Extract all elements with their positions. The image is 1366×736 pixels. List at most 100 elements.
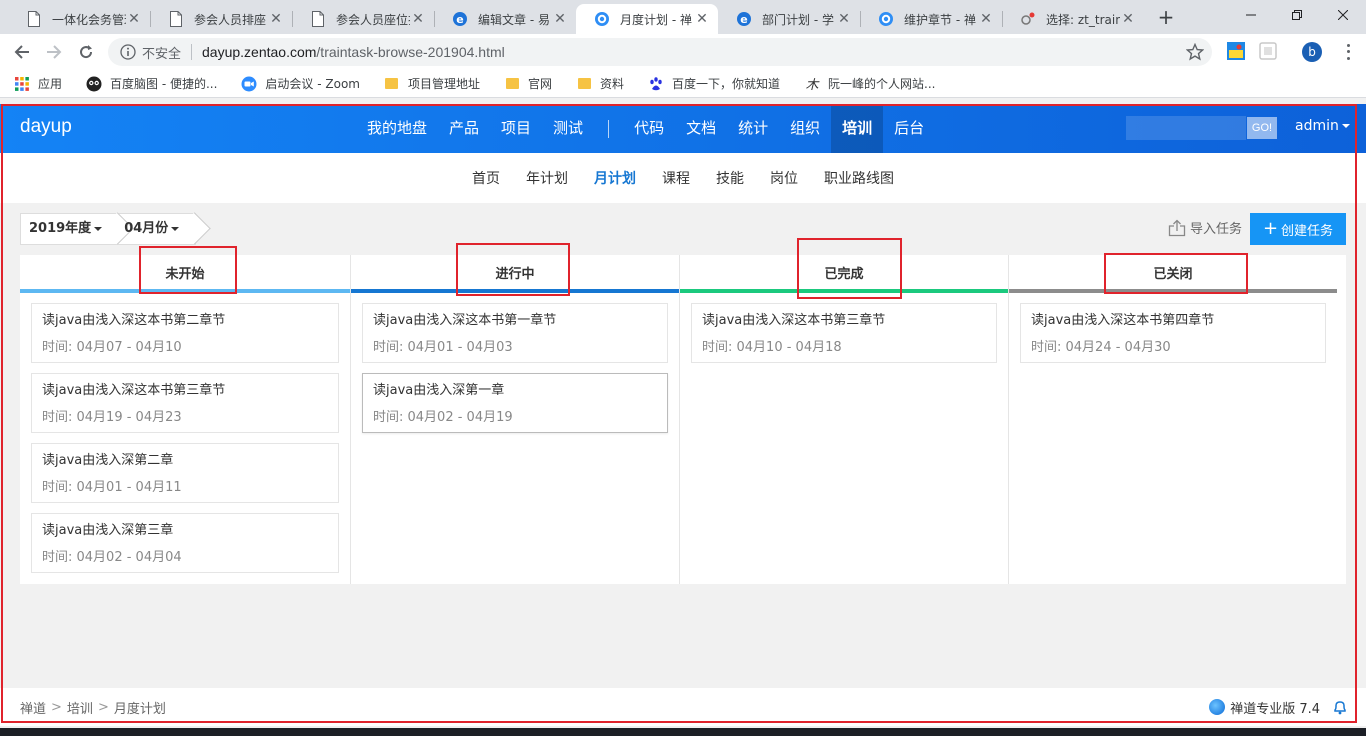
tab-close-button[interactable]: ✕	[268, 11, 284, 27]
subnav-item[interactable]: 技能	[703, 168, 757, 188]
nav-divider	[608, 119, 610, 138]
globe-icon	[1209, 699, 1226, 715]
extension-grey-icon[interactable]	[1258, 41, 1278, 61]
tab-title: 维护章节 - 禅	[904, 12, 976, 27]
address-bar[interactable]: 不安全 dayup.zentao.com/traintask-browse-20…	[108, 38, 1212, 66]
version-link[interactable]: 禅道专业版 7.4	[1209, 688, 1320, 726]
browser-tab[interactable]: e 部门计划 - 学 ✕	[718, 4, 860, 34]
browser-tab[interactable]: 一体化会务管理✕	[8, 4, 150, 34]
task-card[interactable]: 读java由浅入深这本书第三章节 时间: 04月19 - 04月23	[31, 373, 339, 433]
bookmark-item[interactable]: 资料	[576, 75, 624, 92]
browser-tab[interactable]: 参会人员排座 ✕	[150, 4, 292, 34]
bookmark-item[interactable]: 应用	[14, 75, 62, 92]
profile-avatar[interactable]: b	[1302, 42, 1322, 62]
new-tab-button[interactable]: +	[1154, 6, 1178, 30]
bookmark-item[interactable]: 官网	[504, 75, 552, 92]
tab-close-button[interactable]: ✕	[552, 11, 568, 27]
task-card[interactable]: 读java由浅入深第三章 时间: 04月02 - 04月04	[31, 513, 339, 573]
task-card[interactable]: 读java由浅入深第二章 时间: 04月01 - 04月11	[31, 443, 339, 503]
extension-image-icon[interactable]	[1226, 41, 1246, 61]
nav-item[interactable]: 文档	[675, 104, 727, 153]
bookmark-label: 应用	[38, 77, 63, 91]
restore-button[interactable]	[1274, 0, 1320, 30]
forward-button[interactable]	[42, 40, 66, 64]
page-viewport: dayup 我的地盘 产品 项目 测试 代码 文档 统计 组织 培训 后台 GO! admin 首…	[0, 98, 1366, 736]
create-task-button[interactable]: + 创建任务	[1250, 213, 1346, 245]
year-filter-dropdown[interactable]: 2019年度	[21, 214, 110, 244]
nav-item[interactable]: 我的地盘	[356, 104, 438, 153]
subnav-item[interactable]: 岗位	[757, 168, 811, 188]
subnav-item[interactable]: 职业路线图	[811, 168, 907, 188]
tab-close-button[interactable]: ✕	[410, 11, 426, 27]
ie-icon: e	[452, 11, 468, 27]
nav-item[interactable]: 组织	[779, 104, 831, 153]
tab-close-button[interactable]: ✕	[1120, 11, 1136, 27]
subnav-item[interactable]: 首页	[459, 168, 513, 188]
tab-close-button[interactable]: ✕	[978, 11, 994, 27]
browser-tab[interactable]: 参会人员座位排✕	[292, 4, 434, 34]
task-time: 时间: 04月01 - 04月03	[373, 340, 513, 355]
search-input[interactable]	[1126, 116, 1246, 140]
minimize-button[interactable]	[1228, 0, 1274, 30]
subnav-item[interactable]: 课程	[649, 168, 703, 188]
task-card[interactable]: 读java由浅入深这本书第二章节 时间: 04月07 - 04月10	[31, 303, 339, 363]
url-text[interactable]: dayup.zentao.com/traintask-browse-201904…	[202, 44, 505, 60]
svg-text:e: e	[456, 13, 463, 26]
task-card[interactable]: 读java由浅入深第一章 时间: 04月02 - 04月19	[362, 373, 668, 433]
browser-tab[interactable]: 维护章节 - 禅 ✕	[860, 4, 1002, 34]
task-card[interactable]: 读java由浅入深这本书第三章节 时间: 04月10 - 04月18	[691, 303, 997, 363]
bookmark-item[interactable]: 项目管理地址	[384, 75, 480, 92]
nav-item[interactable]: 产品	[438, 104, 490, 153]
zentao-icon	[594, 11, 610, 27]
browser-tab[interactable]: 选择: zt_train ✕	[1002, 4, 1144, 34]
breadcrumb-training[interactable]: 培训	[67, 698, 93, 717]
brand-logo[interactable]: dayup	[20, 116, 72, 138]
breadcrumb-root[interactable]: 禅道	[20, 698, 46, 717]
back-button[interactable]	[10, 40, 34, 64]
info-icon[interactable]	[120, 44, 136, 60]
user-menu[interactable]: admin	[1295, 118, 1350, 134]
tab-close-button[interactable]: ✕	[836, 11, 852, 27]
bookmark-label: 官网	[528, 77, 553, 91]
task-card[interactable]: 读java由浅入深这本书第一章节 时间: 04月01 - 04月03	[362, 303, 668, 363]
import-task-button[interactable]: 导入任务	[1168, 218, 1242, 237]
tab-title: 编辑文章 - 易	[478, 12, 550, 27]
bell-icon[interactable]	[1332, 699, 1348, 715]
column-header: 进行中	[351, 255, 679, 293]
sub-nav: 首页 年计划 月计划 课程 技能 岗位 职业路线图	[0, 153, 1366, 203]
tab-close-button[interactable]: ✕	[694, 11, 710, 27]
browser-tab[interactable]: e 编辑文章 - 易 ✕	[434, 4, 576, 34]
search-go-button[interactable]: GO!	[1247, 117, 1277, 139]
svg-text:e: e	[740, 13, 747, 26]
task-card[interactable]: 读java由浅入深这本书第四章节 时间: 04月24 - 04月30	[1020, 303, 1326, 363]
month-filter-dropdown[interactable]: 04月份	[120, 214, 187, 244]
tab-title: 选择: zt_train	[1046, 12, 1120, 27]
subnav-item[interactable]: 月计划	[581, 168, 649, 188]
reload-button[interactable]	[74, 40, 98, 64]
minimize-icon	[1246, 14, 1256, 16]
not-secure-label: 不安全	[142, 46, 182, 62]
tab-title: 一体化会务管理	[52, 12, 126, 27]
bookmark-item[interactable]: 百度脑图 - 便捷的...	[86, 75, 217, 92]
nav-item[interactable]: 代码	[623, 104, 675, 153]
subnav-item[interactable]: 年计划	[513, 168, 581, 188]
browser-menu-button[interactable]	[1340, 42, 1356, 62]
nav-item[interactable]: 后台	[883, 104, 935, 153]
bookmark-item[interactable]: 百度一下，你就知道	[648, 75, 780, 92]
task-time: 时间: 04月07 - 04月10	[42, 340, 182, 355]
tab-separator	[292, 11, 293, 27]
bookmark-item[interactable]: 启动会议 - Zoom	[241, 75, 360, 92]
board-column: 已关闭 读java由浅入深这本书第四章节 时间: 04月24 - 04月30	[1008, 255, 1337, 584]
nav-item[interactable]: 项目	[490, 104, 542, 153]
tab-close-button[interactable]: ✕	[126, 11, 142, 27]
close-window-button[interactable]	[1320, 0, 1366, 30]
plus-icon: +	[1262, 218, 1279, 239]
nav-item[interactable]: 培训	[831, 104, 884, 153]
bookmark-item[interactable]: 木阮一峰的个人网站...	[804, 75, 936, 92]
nav-item[interactable]: 统计	[727, 104, 779, 153]
browser-tab[interactable]: 月度计划 - 禅 ✕	[576, 4, 718, 34]
bookmark-star-icon[interactable]	[1186, 43, 1204, 61]
nav-item[interactable]: 测试	[542, 104, 594, 153]
task-title: 读java由浅入深这本书第二章节	[42, 313, 226, 328]
column-header: 已完成	[680, 255, 1008, 293]
